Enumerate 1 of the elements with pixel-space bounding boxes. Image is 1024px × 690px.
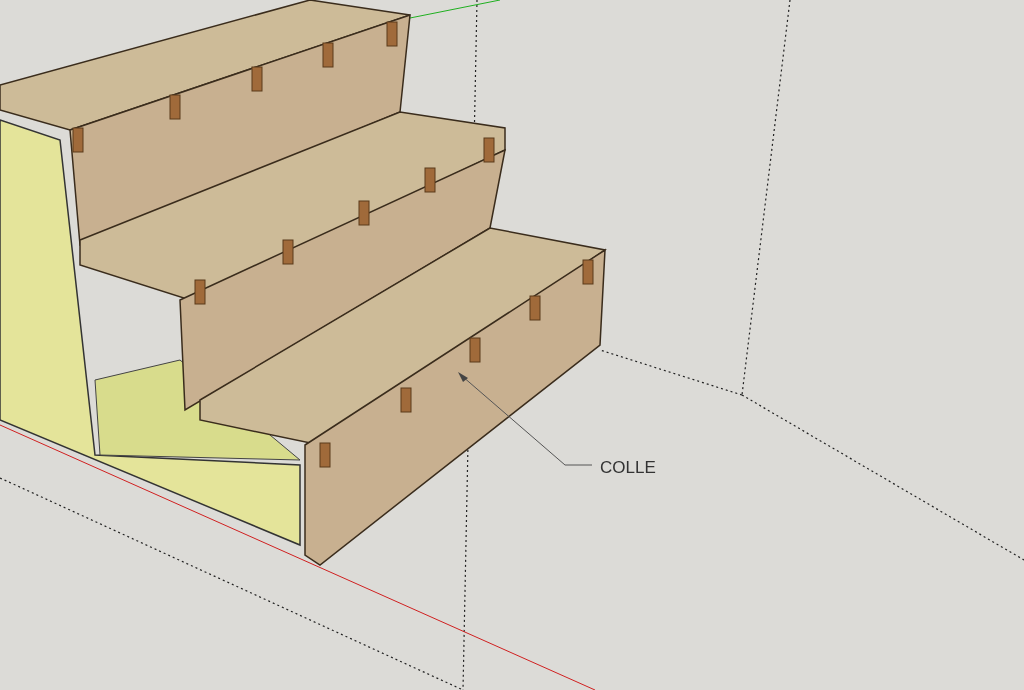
annotation-label: COLLE <box>600 458 656 478</box>
